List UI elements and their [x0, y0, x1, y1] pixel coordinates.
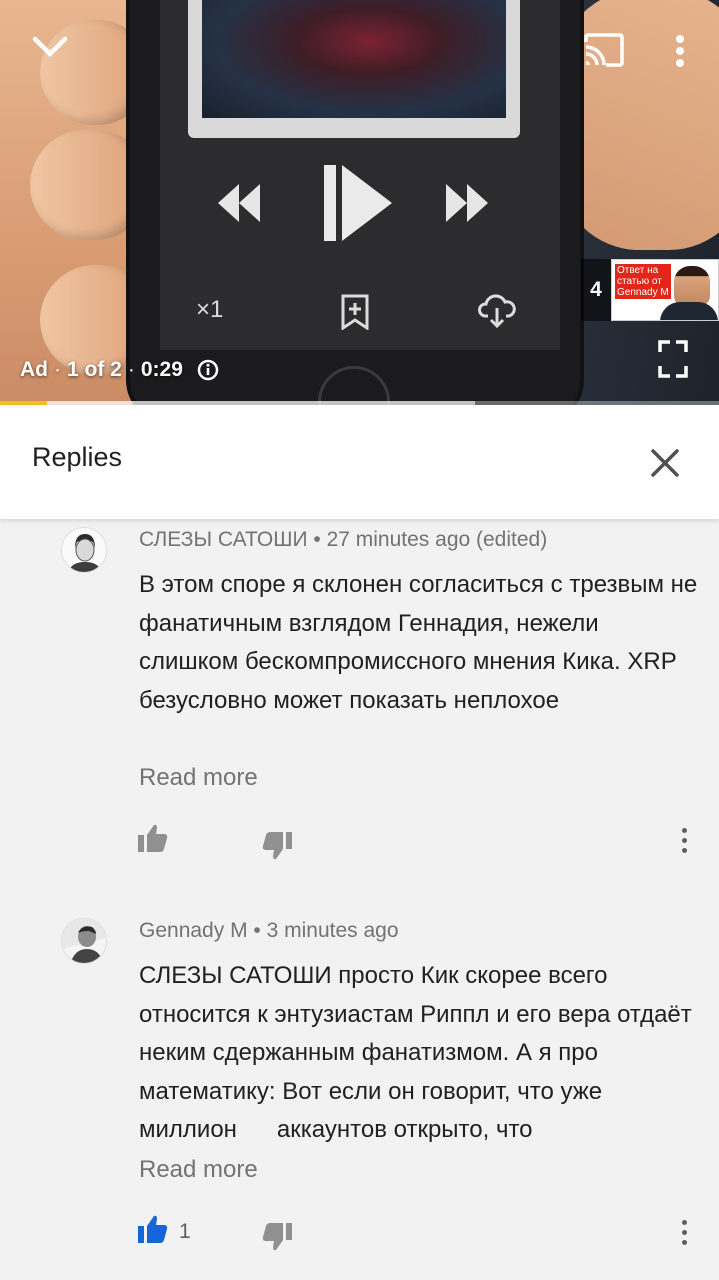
- ad-separator: ·: [54, 358, 61, 381]
- up-next-thumbnail[interactable]: Ответ на статью от Gennady M: [611, 259, 719, 321]
- speed-label: ×1: [196, 296, 224, 323]
- more-options-icon[interactable]: [673, 34, 687, 68]
- ad-separator: ·: [127, 358, 135, 381]
- cloud-download-icon: [478, 294, 516, 328]
- fullscreen-icon[interactable]: [658, 340, 688, 378]
- close-icon[interactable]: [646, 444, 684, 482]
- minimize-chevron-down-icon[interactable]: [32, 36, 68, 58]
- comment-time: 3 minutes ago: [266, 919, 399, 942]
- up-next-preview[interactable]: 4 Ответ на статью от Gennady M: [581, 259, 719, 321]
- comment-author[interactable]: СЛЕЗЫ САТОШИ: [139, 528, 308, 551]
- bookmark-add-icon: [341, 294, 369, 330]
- ad-badge: Ad · 1 of 2 · 0:29: [20, 358, 219, 382]
- comment-text: В этом споре я склонен согласиться с тре…: [139, 571, 698, 714]
- thumbs-down-icon[interactable]: [262, 832, 292, 860]
- ad-position: 1 of 2: [67, 358, 122, 381]
- comment-meta: Gennady M • 3 minutes ago: [139, 919, 399, 943]
- read-more-link[interactable]: Read more: [139, 764, 258, 792]
- cast-icon[interactable]: [582, 32, 626, 68]
- meta-separator: •: [253, 919, 267, 942]
- comment-more-options-icon[interactable]: [677, 1220, 691, 1248]
- fast-forward-icon: [446, 184, 488, 222]
- avatar-portrait-image: [62, 919, 106, 963]
- up-next-count: 4: [581, 259, 611, 321]
- up-next-thumbnail-body: [660, 302, 718, 320]
- rewind-icon: [218, 184, 260, 222]
- thumbs-up-icon[interactable]: [138, 824, 168, 852]
- ad-label: Ad: [20, 358, 48, 381]
- up-next-thumbnail-title: Ответ на статью от Gennady M: [615, 264, 671, 299]
- avatar-portrait-image: [62, 528, 106, 572]
- thumbs-up-icon-liked[interactable]: [138, 1215, 168, 1243]
- comment-meta: СЛЕЗЫ САТОШИ • 27 minutes ago (edited): [139, 528, 547, 552]
- up-next-thumbnail-face: [674, 266, 710, 306]
- video-player[interactable]: ×1 4 Ответ на статью от Gennady M Ad · 1…: [0, 0, 719, 405]
- play-icon: [324, 165, 392, 241]
- ad-time: 0:29: [140, 358, 183, 381]
- thumbs-down-icon[interactable]: [262, 1223, 292, 1251]
- read-more-link[interactable]: Read more: [139, 1156, 258, 1184]
- avatar[interactable]: [61, 918, 107, 964]
- video-frame-album-art: [202, 0, 506, 118]
- comment-author[interactable]: Gennady M: [139, 919, 248, 942]
- replies-title: Replies: [32, 442, 123, 472]
- comment-more-options-icon[interactable]: [677, 828, 691, 856]
- comment-time: 27 minutes ago (edited): [326, 528, 548, 551]
- like-count: 1: [179, 1220, 191, 1243]
- comment-text: СЛЕЗЫ САТОШИ просто Кик скорее всего отн…: [139, 962, 699, 1143]
- avatar[interactable]: [61, 527, 107, 573]
- info-icon[interactable]: [197, 359, 219, 381]
- meta-separator: •: [313, 528, 327, 551]
